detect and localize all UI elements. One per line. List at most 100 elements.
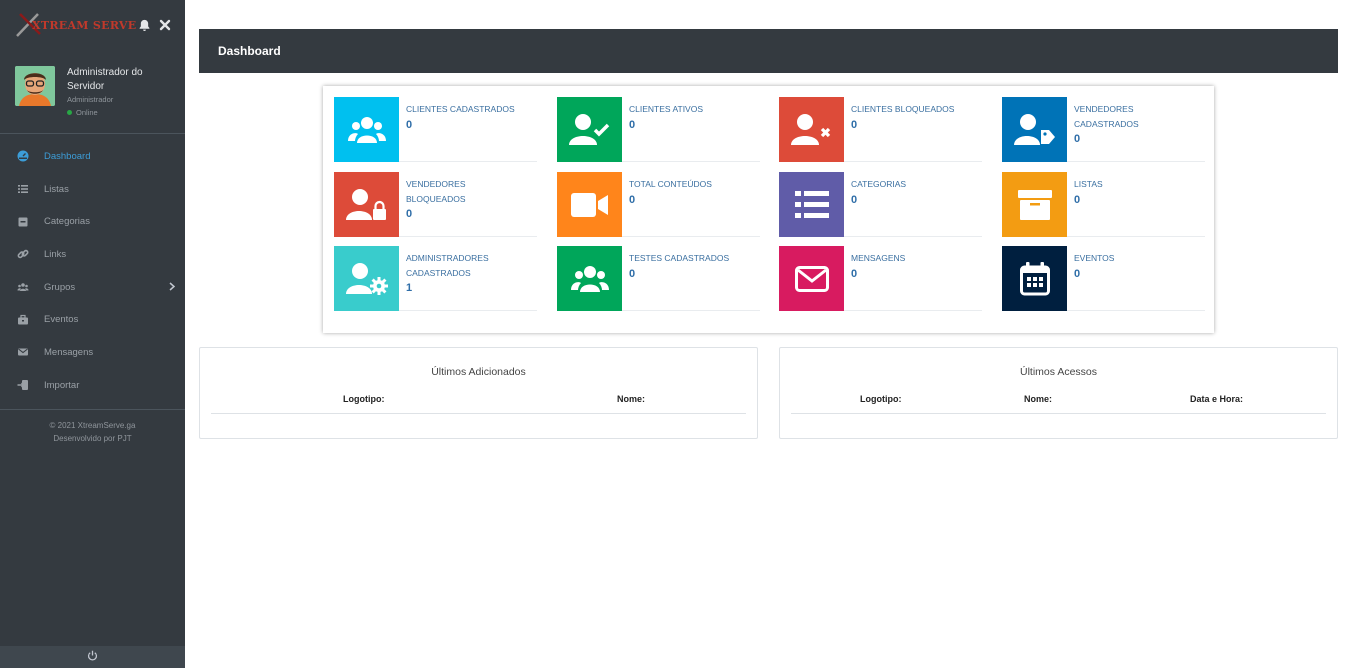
panel-title: Últimos Adicionados: [431, 366, 526, 378]
users-icon: [570, 265, 609, 292]
user-status-label: Online: [76, 108, 98, 117]
info-box-clientes-ativos[interactable]: Clientes Ativos 0: [557, 97, 760, 162]
info-box-value: 0: [851, 267, 858, 280]
sidebar-item-grupos[interactable]: Grupos: [0, 271, 185, 304]
info-box-value: 0: [1074, 193, 1081, 206]
sidebar-footer: © 2021 XtreamServe.ga Desenvolvido por P…: [0, 410, 185, 445]
info-box-value: 0: [629, 118, 636, 131]
info-box-eventos[interactable]: Eventos 0: [1002, 246, 1205, 311]
sidebar: XTREAM SERVE Administrador do Servidor A…: [0, 0, 185, 668]
info-box-mensagens[interactable]: Mensagens 0: [779, 246, 982, 311]
logo-text: XTREAM SERVE: [32, 19, 137, 32]
info-box-label: Testes Cadastrados: [629, 253, 730, 263]
info-box-label: Clientes Ativos: [629, 104, 704, 114]
info-box-value: 0: [629, 267, 636, 280]
info-box-icon: [334, 97, 399, 162]
panel-title: Últimos Acessos: [1019, 366, 1098, 378]
column-header-logotipo[interactable]: Logotipo:: [860, 394, 901, 404]
sidebar-item-dashboard[interactable]: Dashboard: [0, 140, 185, 173]
user-times-icon: [790, 113, 830, 145]
bell-icon[interactable]: [138, 19, 151, 32]
info-box-administradores-cadastrados[interactable]: Administradores Cadastrados 1: [334, 246, 537, 311]
info-box-icon: [779, 246, 844, 311]
info-box-vendedores-bloqueados[interactable]: Vendedores Bloqueados 0: [334, 172, 537, 237]
info-box-listas[interactable]: Listas 0: [1002, 172, 1205, 237]
info-box-icon: [1002, 246, 1067, 311]
info-box-label: Vendedores Bloqueados: [406, 179, 466, 204]
table-header: Logotipo: Nome:: [211, 394, 746, 414]
sidebar-nav: Dashboard Listas Categorias Links Grupos: [0, 134, 185, 402]
info-box-value: 0: [1074, 133, 1081, 145]
page-header: Dashboard: [199, 29, 1338, 73]
column-header-nome[interactable]: Nome:: [617, 394, 645, 404]
info-box-testes-cadastrados[interactable]: Testes Cadastrados 0: [557, 246, 760, 311]
user-status: Online: [67, 108, 147, 117]
brand-logo[interactable]: XTREAM SERVE: [14, 10, 136, 40]
envelope-icon: [794, 265, 829, 292]
sidebar-item-importar[interactable]: Importar: [0, 369, 185, 402]
info-box-label: Categorias: [851, 179, 907, 189]
info-box-clientes-cadastrados[interactable]: Clientes Cadastrados 0: [334, 97, 537, 162]
info-box-label: Total Conteúdos: [629, 179, 712, 189]
calendar-icon: [1019, 261, 1050, 295]
info-box-categorias[interactable]: Categorias 0: [779, 172, 982, 237]
developer-credit: Desenvolvido por PJT: [53, 433, 132, 443]
column-header-logotipo[interactable]: Logotipo:: [343, 394, 384, 404]
sidebar-item-eventos[interactable]: Eventos: [0, 303, 185, 336]
list-icon: [17, 183, 29, 195]
sidebar-item-label: Listas: [44, 183, 69, 195]
close-icon[interactable]: [159, 19, 171, 31]
avatar[interactable]: [15, 66, 55, 106]
dashboard-icon: [17, 150, 29, 162]
info-box-value: 1: [406, 282, 413, 294]
folder-icon: [17, 216, 29, 228]
sidebar-item-links[interactable]: Links: [0, 238, 185, 271]
info-box-icon: [334, 172, 399, 237]
info-box-label: Mensagens: [851, 253, 906, 263]
users-icon: [347, 116, 386, 143]
sidebar-item-categorias[interactable]: Categorias: [0, 205, 185, 238]
sidebar-item-label: Categorias: [44, 216, 90, 228]
archive-icon: [1017, 189, 1052, 220]
info-box-label: Administradores Cadastrados: [406, 253, 489, 278]
user-tag-icon: [1013, 113, 1055, 145]
info-box-value: 0: [406, 208, 413, 220]
info-box-label: Eventos: [1074, 253, 1115, 263]
panel-ultimos-acessos: Últimos Acessos Logotipo: Nome: Data e H…: [779, 347, 1338, 439]
sidebar-item-label: Grupos: [44, 281, 76, 293]
copyright-text: © 2021 XtreamServe.ga: [49, 420, 136, 430]
info-box-icon: [1002, 172, 1067, 237]
info-box-vendedores-cadastrados[interactable]: Vendedores Cadastrados 0: [1002, 97, 1205, 162]
link-icon: [17, 248, 29, 260]
info-box-value: 0: [851, 118, 858, 131]
table-header: Logotipo: Nome: Data e Hora:: [791, 394, 1326, 414]
brand-bar: XTREAM SERVE: [0, 0, 185, 50]
info-box-icon: [779, 97, 844, 162]
column-header-data-hora[interactable]: Data e Hora:: [1190, 394, 1243, 404]
user-name[interactable]: Administrador do Servidor: [67, 66, 147, 94]
sidebar-item-mensagens[interactable]: Mensagens: [0, 336, 185, 369]
info-box-clientes-bloqueados[interactable]: Clientes Bloqueados 0: [779, 97, 982, 162]
sidebar-item-listas[interactable]: Listas: [0, 173, 185, 206]
user-cog-icon: [345, 262, 388, 295]
info-box-icon: [557, 246, 622, 311]
sidebar-item-label: Importar: [44, 379, 80, 391]
import-icon: [17, 379, 29, 391]
user-panel: Administrador do Servidor Administrador …: [0, 50, 185, 134]
sidebar-item-label: Mensagens: [44, 346, 94, 358]
chevron-right-icon[interactable]: [169, 282, 176, 294]
sidebar-item-label: Dashboard: [44, 150, 91, 162]
info-box-icon: [557, 97, 622, 162]
logout-button[interactable]: [0, 646, 185, 668]
page-title: Dashboard: [218, 44, 281, 58]
info-box-label: Listas: [1074, 179, 1103, 189]
info-box-label: Clientes Bloqueados: [851, 104, 955, 114]
info-box-value: 0: [1074, 267, 1081, 280]
info-box-total-conteudos[interactable]: Total Conteúdos 0: [557, 172, 760, 237]
sidebar-item-label: Links: [44, 248, 67, 260]
info-box-label: Clientes Cadastrados: [406, 104, 515, 114]
column-header-nome[interactable]: Nome:: [1024, 394, 1052, 404]
info-box-icon: [557, 172, 622, 237]
info-box-label: Vendedores Cadastrados: [1074, 104, 1139, 129]
info-box-icon: [1002, 97, 1067, 162]
